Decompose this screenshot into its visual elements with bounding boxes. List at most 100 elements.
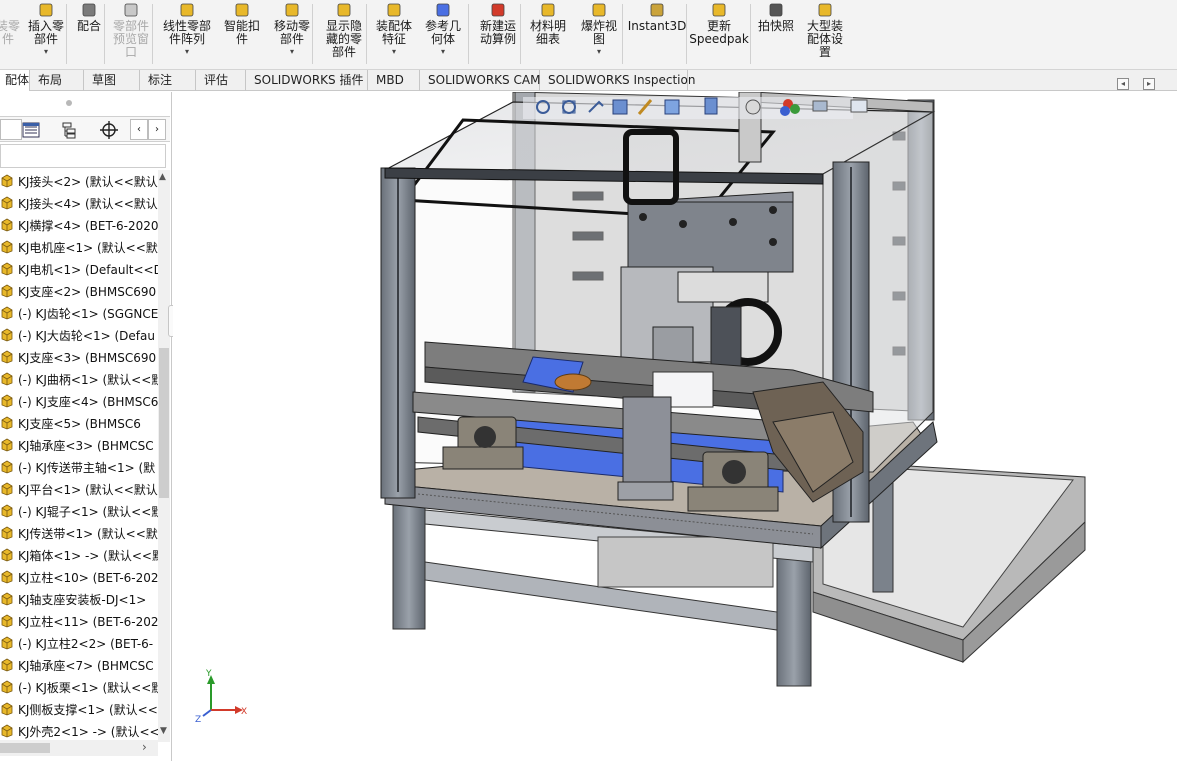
tree-item-label: (-) KJ传送带主轴<1> (默 bbox=[18, 460, 156, 475]
dropdown-caret-icon[interactable]: ▾ bbox=[441, 48, 445, 56]
panel-right-arrow-icon[interactable]: ▸ bbox=[1143, 78, 1155, 90]
tree-item[interactable]: KJ支座<2> (BHMSC690 bbox=[0, 280, 158, 302]
tree-item[interactable]: KJ立柱<11> (BET-6-202 bbox=[0, 610, 158, 632]
tab-scroll-right-icon[interactable]: › bbox=[148, 119, 166, 140]
tab-6[interactable]: MBD bbox=[368, 70, 420, 91]
tab-8[interactable]: SOLIDWORKS Inspection bbox=[540, 70, 695, 91]
scrollbar-thumb[interactable] bbox=[0, 743, 50, 753]
ribbon-button-11[interactable]: 爆炸视 图 ▾ bbox=[576, 0, 622, 66]
tree-item[interactable]: KJ轴支座安装板-DJ<1> bbox=[0, 588, 158, 610]
part-icon bbox=[0, 416, 14, 430]
panel-left-arrow-icon[interactable]: ◂ bbox=[1117, 78, 1129, 90]
tab-1[interactable]: 布局 bbox=[30, 70, 84, 91]
tab-5[interactable]: SOLIDWORKS 插件 bbox=[246, 70, 368, 91]
tree-item[interactable]: KJ平台<1> (默认<<默认 bbox=[0, 478, 158, 500]
tree-item[interactable]: KJ传送带<1> (默认<<默 bbox=[0, 522, 158, 544]
tree-item[interactable]: (-) KJ传送带主轴<1> (默 bbox=[0, 456, 158, 478]
panel-grip[interactable] bbox=[66, 100, 72, 106]
property-manager-icon[interactable] bbox=[20, 119, 42, 140]
tree-item-label: KJ电机座<1> (默认<<默 bbox=[18, 240, 158, 255]
hud-section-view-icon[interactable] bbox=[612, 99, 628, 115]
tab-2[interactable]: 草图 bbox=[84, 70, 140, 91]
tree-item-label: KJ轴支座安装板-DJ<1> bbox=[18, 592, 147, 607]
dropdown-caret-icon[interactable]: ▾ bbox=[597, 48, 601, 56]
ribbon-button-9[interactable]: 新建运 动算例 bbox=[474, 0, 522, 66]
ribbon-button-0[interactable]: 插入零 部件 ▾ bbox=[22, 0, 70, 66]
dropdown-caret-icon[interactable]: ▾ bbox=[290, 48, 294, 56]
tree-item[interactable]: KJ支座<5> (BHMSC6 bbox=[0, 412, 158, 434]
dropdown-caret-icon[interactable]: ▾ bbox=[185, 48, 189, 56]
dimxpert-crosshair-icon[interactable] bbox=[98, 119, 120, 140]
tree-item[interactable]: (-) KJ大齿轮<1> (Defau bbox=[0, 324, 158, 346]
part-icon bbox=[0, 548, 14, 562]
ribbon-button-7[interactable]: 装配体 特征 ▾ bbox=[372, 0, 416, 66]
tree-item[interactable]: (-) KJ板栗<1> (默认<<默 bbox=[0, 676, 158, 698]
ribbon-button-14[interactable]: 拍快照 bbox=[756, 0, 796, 66]
tree-item[interactable]: KJ横撑<4> (BET-6-2020 bbox=[0, 214, 158, 236]
ribbon-button-10[interactable]: 材料明 细表 bbox=[526, 0, 570, 66]
ribbon-button-5[interactable]: 移动零 部件 ▾ bbox=[268, 0, 316, 66]
scrollbar-thumb[interactable] bbox=[159, 348, 169, 498]
tree-item[interactable]: (-) KJ曲柄<1> (默认<<默 bbox=[0, 368, 158, 390]
ribbon-button-6[interactable]: 显示隐 藏的零 部件 bbox=[320, 0, 368, 66]
tab-0[interactable]: 配体 bbox=[0, 70, 30, 91]
part-icon bbox=[0, 196, 14, 210]
tree-item[interactable]: KJ电机<1> (Default<<D bbox=[0, 258, 158, 280]
tree-item[interactable]: (-) KJ齿轮<1> (SGGNCE bbox=[0, 302, 158, 324]
tree-item[interactable]: KJ箱体<1> -> (默认<<默 bbox=[0, 544, 158, 566]
hud-view-orientation-icon[interactable] bbox=[664, 99, 680, 115]
tree-item[interactable]: (-) KJ辊子<1> (默认<<默 bbox=[0, 500, 158, 522]
scroll-down-icon[interactable]: ▼ bbox=[160, 726, 167, 736]
part-icon bbox=[0, 702, 14, 716]
tab-4[interactable]: 评估 bbox=[196, 70, 246, 91]
tab-7[interactable]: SOLIDWORKS CAM bbox=[420, 70, 540, 91]
ribbon-label: 爆炸视 图 bbox=[580, 19, 617, 46]
ribbon-label: 材料明 细表 bbox=[529, 19, 566, 46]
scroll-right-icon[interactable]: › bbox=[142, 740, 147, 754]
hud-scene-icon[interactable] bbox=[812, 100, 828, 112]
tree-item-label: (-) KJ板栗<1> (默认<<默 bbox=[18, 680, 158, 695]
tree-item[interactable]: KJ侧板支撑<1> (默认<< bbox=[0, 698, 158, 720]
hud-display-settings-icon[interactable] bbox=[850, 99, 868, 113]
scroll-up-icon[interactable]: ▲ bbox=[159, 172, 166, 182]
tree-item[interactable]: (-) KJ支座<4> (BHMSC6 bbox=[0, 390, 158, 412]
ribbon-label: 移动零 部件 bbox=[273, 19, 310, 46]
ribbon-button-8[interactable]: 参考几 何体 ▾ bbox=[420, 0, 466, 66]
feature-tree-tab-icon[interactable] bbox=[0, 119, 22, 140]
tree-filter-input[interactable] bbox=[0, 144, 166, 168]
ribbon-button-4[interactable]: 智能扣 件 bbox=[220, 0, 264, 66]
configuration-manager-icon[interactable] bbox=[58, 119, 80, 140]
part-icon bbox=[0, 592, 14, 606]
tree-horizontal-scrollbar[interactable]: › bbox=[0, 740, 158, 756]
tab-scroll-left-icon[interactable]: ‹ bbox=[130, 119, 148, 140]
tree-item[interactable]: KJ轴承座<7> (BHMCSC bbox=[0, 654, 158, 676]
tree-item[interactable]: (-) KJ立柱2<2> (BET-6- bbox=[0, 632, 158, 654]
tree-item[interactable]: KJ电机座<1> (默认<<默 bbox=[0, 236, 158, 258]
ribbon-button-13[interactable]: 更新 Speedpak bbox=[689, 0, 749, 66]
reference-geometry-icon bbox=[433, 1, 453, 19]
move-component-icon bbox=[282, 1, 302, 19]
tree-item-label: KJ侧板支撑<1> (默认<< bbox=[18, 702, 158, 717]
ribbon-button-2[interactable]: 零部件 预览窗 口 bbox=[108, 0, 154, 66]
tree-item[interactable]: KJ接头<2> (默认<<默认 bbox=[0, 170, 158, 192]
tree-item[interactable]: KJ外壳2<1> -> (默认<< bbox=[0, 720, 158, 742]
tree-item[interactable]: KJ立柱<10> (BET-6-202 bbox=[0, 566, 158, 588]
ribbon-button-clipped[interactable]: 装零 件 bbox=[0, 0, 20, 66]
ribbon-button-3[interactable]: 线性零部 件阵列 ▾ bbox=[158, 0, 216, 66]
tree-item[interactable]: KJ轴承座<3> (BHMCSC bbox=[0, 434, 158, 456]
tree-item-label: KJ立柱<10> (BET-6-202 bbox=[18, 570, 158, 585]
tree-item[interactable]: KJ接头<4> (默认<<默认 bbox=[0, 192, 158, 214]
dropdown-caret-icon[interactable]: ▾ bbox=[44, 48, 48, 56]
feature-manager-panel: ‹ › KJ接头<2> (默认<<默认 KJ接头<4> (默认<<默认 KJ横撑<4… bbox=[0, 92, 172, 761]
ribbon-button-12[interactable]: Instant3D bbox=[628, 0, 686, 66]
dropdown-caret-icon[interactable]: ▾ bbox=[392, 48, 396, 56]
ribbon-button-15[interactable]: 大型装 配体设 置 bbox=[804, 0, 846, 66]
hud-display-style-icon[interactable] bbox=[704, 97, 718, 115]
ribbon-button-1[interactable]: 配合 bbox=[74, 0, 104, 66]
tree-vertical-scrollbar[interactable]: ▲ ▼ bbox=[158, 170, 170, 742]
graphics-area[interactable]: Y X Z bbox=[173, 92, 1177, 761]
tab-3[interactable]: 标注 bbox=[140, 70, 196, 91]
hud-hide-show-icon[interactable] bbox=[745, 99, 761, 115]
tree-item[interactable]: KJ支座<3> (BHMSC690 bbox=[0, 346, 158, 368]
ribbon-separator bbox=[468, 4, 469, 64]
